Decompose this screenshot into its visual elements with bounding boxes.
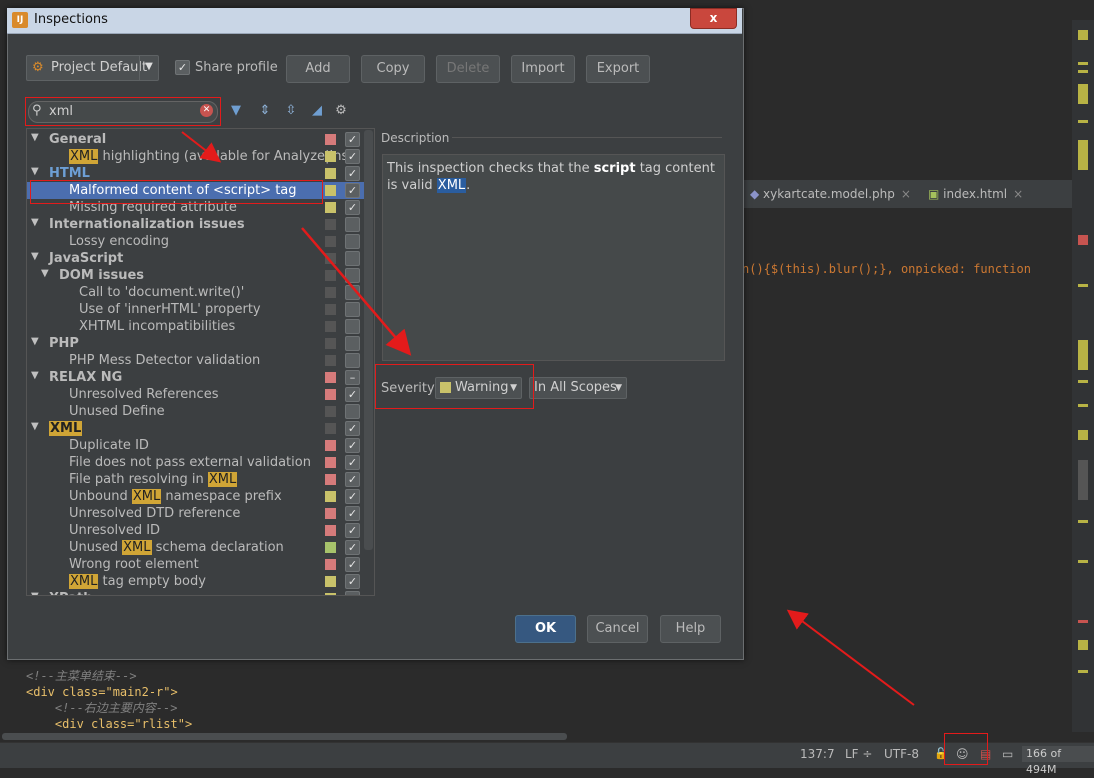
arrow-from-status-icon bbox=[786, 609, 915, 706]
arrow-to-severity bbox=[301, 227, 412, 356]
annotation-arrows bbox=[181, 131, 915, 706]
arrow-to-tree-item bbox=[181, 131, 222, 163]
